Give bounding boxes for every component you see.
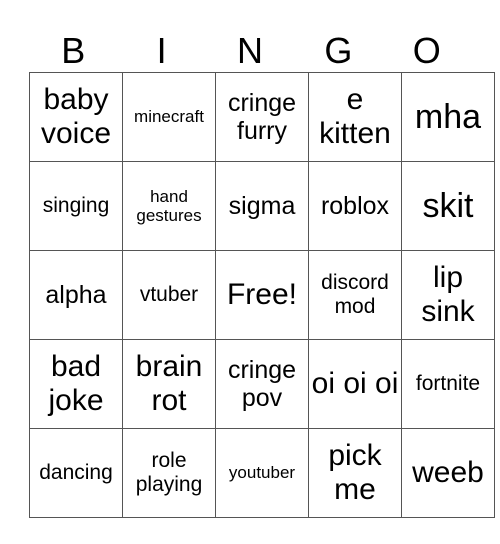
bingo-cell[interactable]: skit	[401, 161, 495, 251]
bingo-cell[interactable]: fortnite	[401, 339, 495, 429]
bingo-cell[interactable]: hand gestures	[122, 161, 216, 251]
bingo-cell[interactable]: pick me	[308, 428, 402, 518]
bingo-cell[interactable]: role playing	[122, 428, 216, 518]
bingo-cell[interactable]: brain rot	[122, 339, 216, 429]
bingo-cell[interactable]: youtuber	[215, 428, 309, 518]
bingo-row: singing hand gestures sigma roblox skit	[29, 161, 495, 251]
bingo-row: dancing role playing youtuber pick me weeb	[29, 428, 495, 518]
bingo-row: bad joke brain rot cringe pov oi oi oi fortn…	[29, 339, 495, 429]
bingo-cell[interactable]: minecraft	[122, 72, 216, 162]
bingo-cell[interactable]: roblox	[308, 161, 402, 251]
header-letter-g: G	[324, 30, 353, 71]
header-letter-b: B	[61, 30, 86, 71]
bingo-cell[interactable]: vtuber	[122, 250, 216, 340]
bingo-cell[interactable]: dancing	[29, 428, 123, 518]
bingo-cell[interactable]: weeb	[401, 428, 495, 518]
bingo-cell[interactable]: lip sink	[401, 250, 495, 340]
bingo-cell[interactable]: bad joke	[29, 339, 123, 429]
header-letter-n: N	[236, 30, 263, 71]
bingo-cell[interactable]: e kitten	[308, 72, 402, 162]
header-letter-i: I	[156, 30, 167, 71]
bingo-cell[interactable]: cringe furry	[215, 72, 309, 162]
bingo-header: B I N G O	[29, 28, 471, 73]
bingo-cell[interactable]: sigma	[215, 161, 309, 251]
header-letter-o: O	[412, 30, 441, 71]
bingo-row: alpha vtuber Free! discord mod lip sink	[29, 250, 495, 340]
bingo-cell[interactable]: baby voice	[29, 72, 123, 162]
bingo-cell[interactable]: mha	[401, 72, 495, 162]
bingo-cell[interactable]: discord mod	[308, 250, 402, 340]
bingo-cell[interactable]: cringe pov	[215, 339, 309, 429]
free-space-cell[interactable]: Free!	[215, 250, 309, 340]
bingo-cell[interactable]: alpha	[29, 250, 123, 340]
bingo-row: baby voice minecraft cringe furry e kitten m…	[29, 72, 495, 162]
bingo-cell[interactable]: singing	[29, 161, 123, 251]
bingo-grid: baby voice minecraft cringe furry e kitten m…	[29, 72, 495, 518]
bingo-cell[interactable]: oi oi oi	[308, 339, 402, 429]
